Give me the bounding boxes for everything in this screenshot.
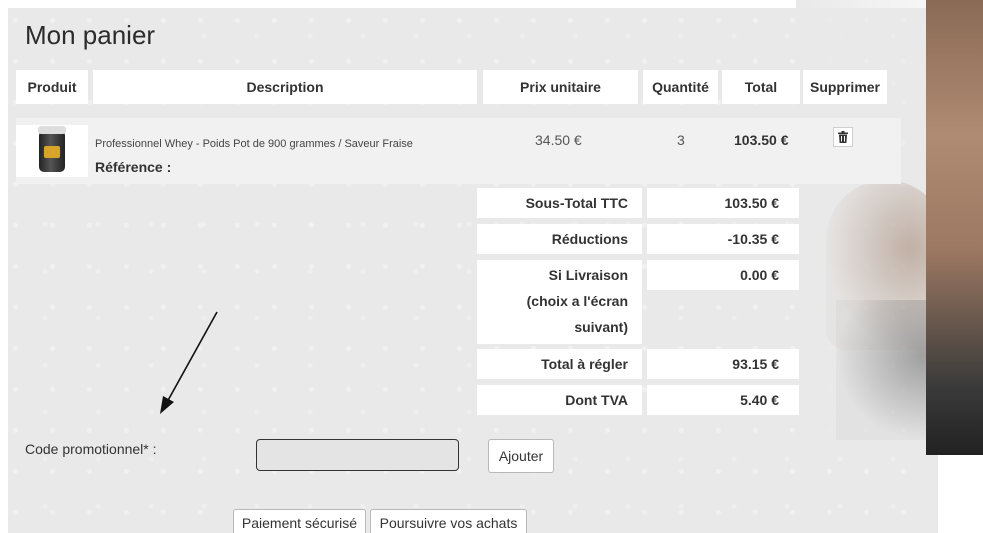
vat-value: 5.40 €: [647, 385, 799, 415]
header-delete: Supprimer: [803, 70, 887, 104]
product-total: 103.50 €: [734, 132, 789, 148]
promo-code-label: Code promotionnel* :: [25, 441, 157, 457]
header-total: Total: [722, 70, 800, 104]
total-due-label: Total à régler: [477, 349, 642, 379]
shipping-value: 0.00 €: [647, 260, 799, 290]
promo-code-input[interactable]: [256, 439, 459, 471]
product-name[interactable]: Professionnel Whey - Poids Pot de 900 gr…: [95, 138, 413, 150]
secure-payment-button[interactable]: Paiement sécurisé: [233, 509, 366, 533]
header-quantity: Quantité: [643, 70, 718, 104]
discount-value: -10.35 €: [647, 224, 799, 254]
trash-icon: [838, 131, 848, 143]
product-thumbnail[interactable]: [16, 125, 88, 177]
athlete-background-image: [796, 0, 983, 455]
add-promo-button[interactable]: Ajouter: [488, 439, 554, 473]
product-quantity: 3: [677, 132, 685, 148]
delete-item-button[interactable]: [833, 127, 853, 147]
discount-label: Réductions: [477, 224, 642, 254]
subtotal-label: Sous-Total TTC: [477, 188, 642, 218]
protein-jar-image: [38, 126, 66, 172]
shipping-label: Si Livraison (choix a l'écran suivant): [477, 260, 642, 344]
header-unit-price: Prix unitaire: [483, 70, 638, 104]
total-due-value: 93.15 €: [647, 349, 799, 379]
header-product: Produit: [16, 70, 88, 104]
page-title: Mon panier: [25, 20, 156, 50]
header-description: Description: [93, 70, 477, 104]
subtotal-value: 103.50 €: [647, 188, 799, 218]
product-unit-price: 34.50 €: [535, 132, 582, 148]
vat-label: Dont TVA: [477, 385, 642, 415]
product-reference-label: Référence :: [95, 159, 172, 175]
continue-shopping-button[interactable]: Poursuivre vos achats: [370, 509, 527, 533]
